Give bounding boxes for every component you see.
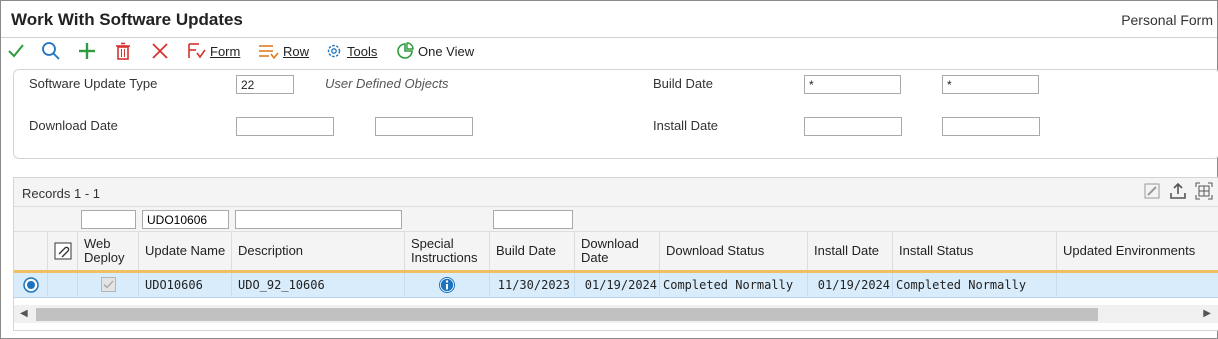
install-date-label: Install Date	[653, 118, 719, 133]
qbe-row	[14, 207, 1218, 232]
col-download-status[interactable]: Download Status	[660, 232, 808, 270]
delete-button[interactable]	[115, 40, 131, 62]
qbe-web-deploy-input[interactable]	[81, 210, 136, 229]
qbe-description-input[interactable]	[235, 210, 402, 229]
window-frame: Work With Software Updates Personal Form…	[0, 0, 1218, 339]
qbe-update-name-input[interactable]	[142, 210, 229, 229]
toolbar: Form Row Tools One View	[1, 38, 1217, 64]
web-deploy-checkbox[interactable]	[78, 273, 139, 296]
col-special-instructions[interactable]: Special Instructions	[405, 232, 490, 270]
row-icon	[259, 45, 279, 60]
form-icon	[188, 43, 206, 59]
checkmark-icon	[8, 44, 24, 58]
col-install-date[interactable]: Install Date	[808, 232, 893, 270]
trash-icon	[116, 42, 130, 60]
form-menu[interactable]: Form	[186, 40, 240, 62]
add-button[interactable]	[78, 40, 96, 62]
search-criteria-panel: Software Update Type User Defined Object…	[13, 69, 1218, 159]
software-update-type-description: User Defined Objects	[325, 76, 449, 91]
one-view-menu[interactable]: One View	[396, 40, 474, 62]
build-date-from-input[interactable]	[804, 75, 901, 94]
title-bar: Work With Software Updates Personal Form	[1, 1, 1217, 38]
grid-format-icon[interactable]	[1195, 182, 1213, 200]
row-install-status: Completed Normally	[893, 273, 1057, 296]
close-button[interactable]	[151, 40, 169, 62]
row-build-date: 11/30/2023	[490, 273, 575, 296]
checkbox-checked-icon	[100, 277, 116, 292]
row-menu[interactable]: Row	[257, 40, 309, 62]
special-instructions-button[interactable]	[405, 273, 490, 296]
download-date-from-input[interactable]	[236, 117, 334, 136]
row-select-radio[interactable]	[14, 273, 48, 296]
row-download-date: 01/19/2024	[575, 273, 660, 296]
edit-grid-icon[interactable]	[1143, 182, 1161, 200]
col-build-date[interactable]: Build Date	[490, 232, 575, 270]
scroll-left-icon[interactable]: ◀	[20, 308, 28, 319]
qbe-build-date-input[interactable]	[493, 210, 573, 229]
row-menu-label: Row	[283, 43, 310, 59]
form-menu-label: Form	[210, 43, 241, 59]
row-update-name[interactable]: UDO10606	[139, 273, 232, 296]
software-update-type-label: Software Update Type	[29, 76, 158, 91]
build-date-to-input[interactable]	[942, 75, 1039, 94]
row-description: UDO_92_10606	[232, 273, 405, 296]
download-date-label: Download Date	[29, 118, 118, 133]
tools-menu-label: Tools	[347, 43, 378, 59]
export-icon[interactable]	[1169, 182, 1187, 200]
col-install-status[interactable]: Install Status	[893, 232, 1057, 270]
col-select	[14, 232, 48, 270]
col-description[interactable]: Description	[232, 232, 405, 270]
grid-toolbar	[1143, 182, 1213, 200]
records-count: Records 1 - 1	[22, 186, 101, 201]
row-updated-environments	[1057, 273, 1218, 296]
build-date-label: Build Date	[653, 76, 713, 91]
close-icon	[152, 43, 168, 59]
col-updated-environments[interactable]: Updated Environments	[1057, 232, 1218, 270]
col-web-deploy[interactable]: Web Deploy	[78, 232, 139, 270]
install-date-to-input[interactable]	[942, 117, 1040, 136]
search-icon	[42, 42, 60, 60]
horizontal-scrollbar[interactable]: ◀ ▶	[14, 305, 1218, 323]
page-title: Work With Software Updates	[11, 10, 243, 29]
attachment-icon	[54, 242, 71, 260]
gear-icon	[327, 44, 341, 58]
col-download-date[interactable]: Download Date	[575, 232, 660, 270]
col-update-name[interactable]: Update Name	[139, 232, 232, 270]
scroll-right-icon[interactable]: ▶	[1203, 308, 1211, 319]
install-date-from-input[interactable]	[804, 117, 902, 136]
grid-header: Records 1 - 1	[14, 178, 1218, 207]
row-attachment-cell	[48, 273, 78, 296]
software-update-type-input[interactable]	[236, 75, 294, 94]
find-button[interactable]	[41, 40, 61, 62]
row-install-date: 01/19/2024	[808, 273, 893, 296]
pie-chart-icon	[397, 42, 414, 59]
info-icon	[439, 276, 455, 293]
radio-selected-icon	[22, 276, 39, 293]
personal-form-menu[interactable]: Personal Form	[1121, 12, 1213, 28]
scrollbar-thumb[interactable]	[36, 308, 1098, 321]
tools-menu[interactable]: Tools	[325, 40, 377, 62]
download-date-to-input[interactable]	[375, 117, 473, 136]
plus-icon	[79, 43, 95, 59]
ok-button[interactable]	[7, 40, 25, 62]
one-view-label: One View	[418, 43, 475, 59]
row-download-status: Completed Normally	[660, 273, 808, 296]
col-attachment[interactable]	[48, 232, 78, 270]
results-grid: Records 1 - 1 Web Deploy Update Name Des…	[13, 177, 1218, 331]
table-row[interactable]: UDO10606 UDO_92_10606 11/30/2023 01/19/2…	[14, 273, 1218, 298]
column-headers: Web Deploy Update Name Description Speci…	[14, 232, 1218, 273]
